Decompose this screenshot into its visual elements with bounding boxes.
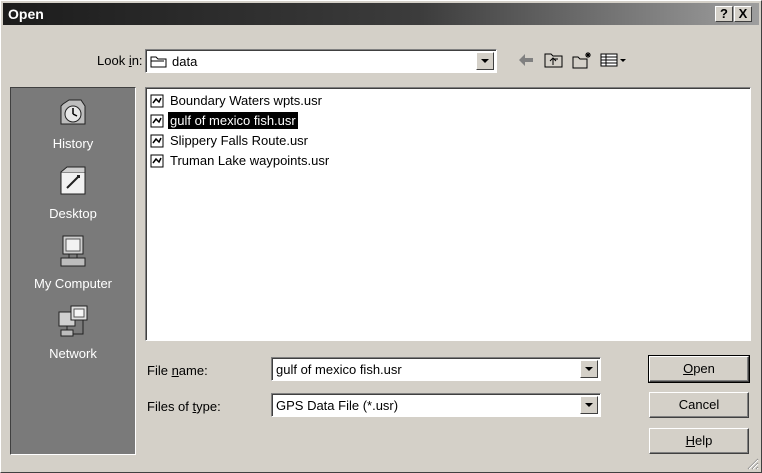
desktop-icon bbox=[60, 166, 86, 195]
file-type-label: Files of type: bbox=[147, 399, 221, 414]
new-folder-icon[interactable] bbox=[571, 51, 593, 69]
my-computer-icon bbox=[60, 235, 86, 267]
place-history-label: History bbox=[52, 136, 94, 151]
place-desktop-label: Desktop bbox=[49, 206, 97, 221]
file-name-text: Boundary Waters wpts.usr bbox=[170, 93, 322, 108]
place-history[interactable]: History bbox=[11, 90, 135, 156]
look-in-label: Look in: bbox=[97, 53, 143, 68]
file-name-value: gulf of mexico fish.usr bbox=[276, 362, 402, 377]
cancel-button[interactable]: Cancel bbox=[649, 392, 749, 418]
place-desktop[interactable]: Desktop bbox=[11, 160, 135, 226]
window-title: Open bbox=[8, 6, 44, 22]
view-menu-icon[interactable] bbox=[599, 51, 629, 69]
place-my-computer-label: My Computer bbox=[33, 276, 113, 291]
file-name-dropdown-button[interactable] bbox=[580, 360, 598, 378]
place-network-label: Network bbox=[49, 346, 97, 361]
file-type-combo[interactable]: GPS Data File (*.usr) bbox=[271, 393, 601, 417]
up-folder-icon[interactable] bbox=[543, 51, 565, 69]
file-name-label: File name: bbox=[147, 363, 208, 378]
back-arrow-icon[interactable] bbox=[515, 51, 537, 69]
place-network[interactable]: Network bbox=[11, 300, 135, 366]
look-in-dropdown-button[interactable] bbox=[476, 52, 494, 70]
usr-file-icon bbox=[150, 94, 164, 108]
open-dialog: Open ? X Look in: data History Desktop M… bbox=[0, 0, 762, 473]
places-bar: History Desktop My Computer Network bbox=[10, 87, 136, 455]
usr-file-icon bbox=[150, 134, 164, 148]
place-my-computer[interactable]: My Computer bbox=[11, 230, 135, 296]
look-in-value: data bbox=[172, 54, 198, 69]
usr-file-icon bbox=[150, 154, 164, 168]
file-type-value: GPS Data File (*.usr) bbox=[276, 398, 399, 413]
file-name-combo[interactable]: gulf of mexico fish.usr bbox=[271, 357, 601, 381]
title-bar[interactable]: Open ? X bbox=[3, 3, 759, 25]
history-icon bbox=[60, 99, 86, 125]
help-button[interactable]: Help bbox=[649, 428, 749, 454]
open-button[interactable]: Open bbox=[648, 355, 750, 383]
usr-file-icon bbox=[150, 114, 164, 128]
file-name-text: Slippery Falls Route.usr bbox=[170, 133, 308, 148]
resize-grip-icon[interactable] bbox=[746, 457, 759, 470]
file-name-text: gulf of mexico fish.usr bbox=[168, 112, 298, 129]
file-type-dropdown-button[interactable] bbox=[580, 396, 598, 414]
close-title-button[interactable]: X bbox=[734, 6, 752, 22]
network-icon bbox=[58, 305, 88, 337]
folder-icon bbox=[150, 56, 167, 68]
help-title-button[interactable]: ? bbox=[715, 6, 733, 22]
look-in-combo[interactable]: data bbox=[145, 49, 497, 73]
file-name-text: Truman Lake waypoints.usr bbox=[170, 153, 330, 168]
file-list[interactable]: Boundary Waters wpts.usr gulf of mexico … bbox=[145, 87, 751, 341]
